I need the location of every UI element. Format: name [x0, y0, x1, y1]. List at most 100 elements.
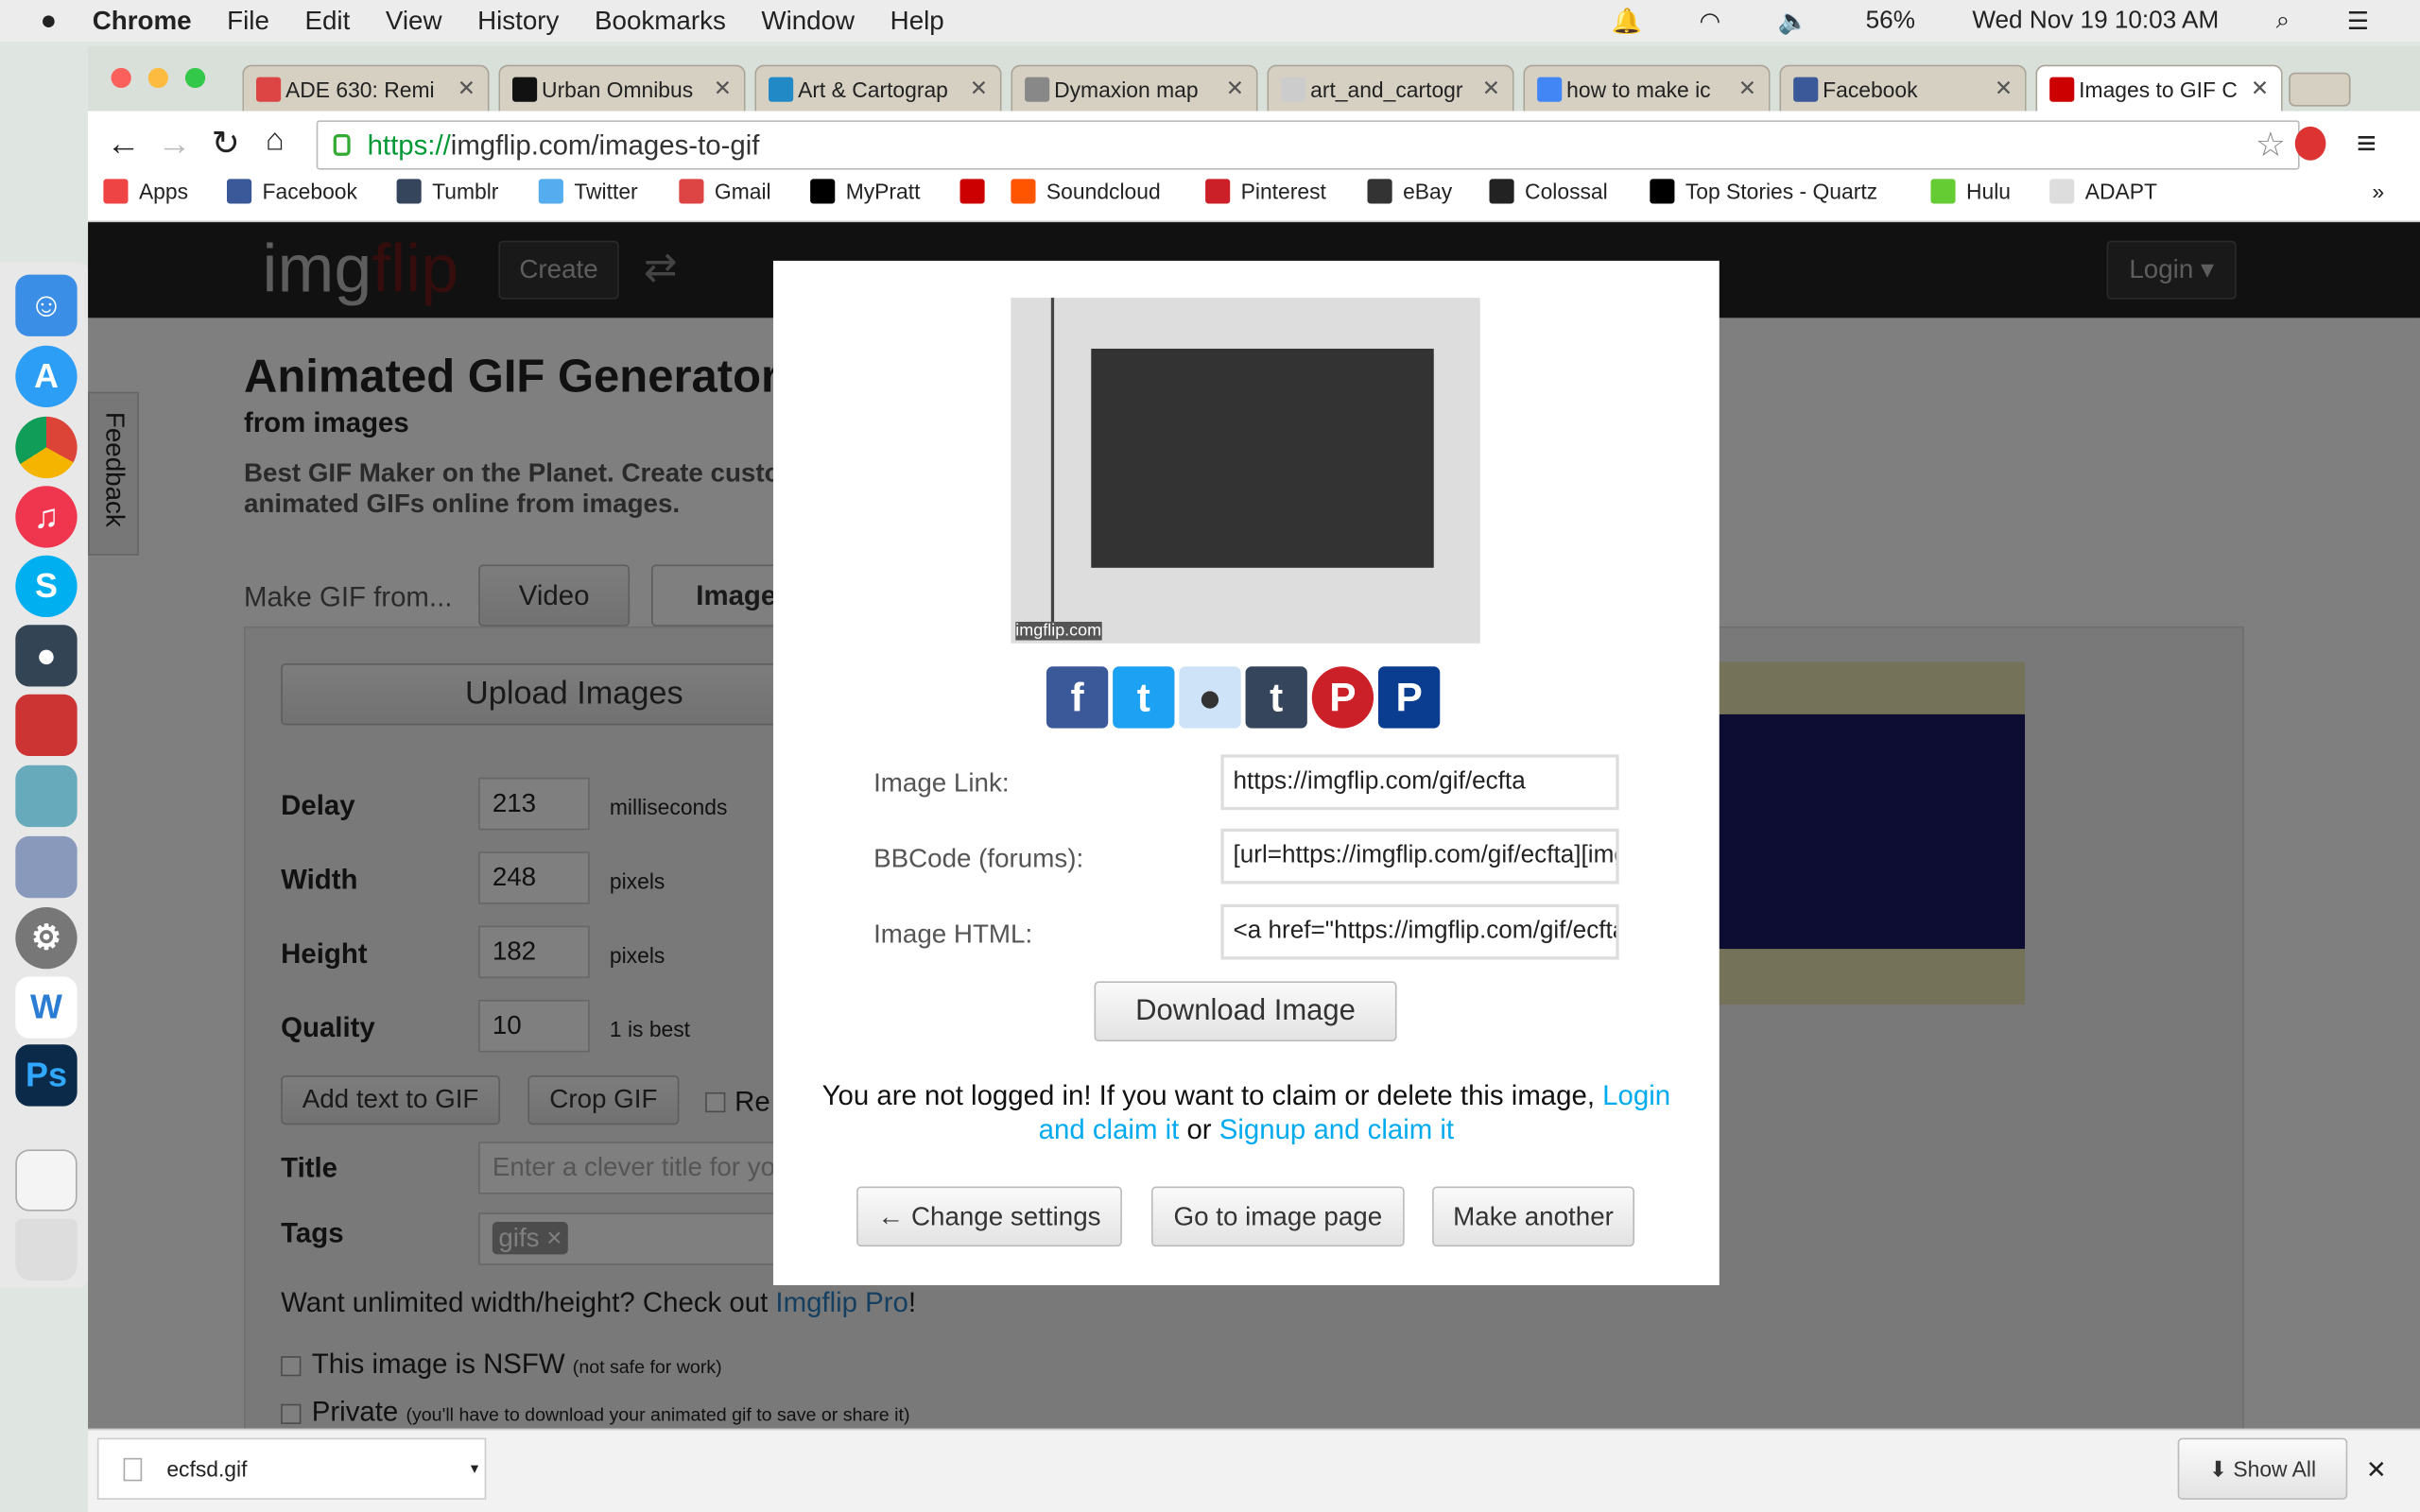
- forward-icon[interactable]: →: [158, 124, 192, 163]
- close-window-button[interactable]: [111, 67, 131, 89]
- bookmark-item[interactable]: Pinterest: [1205, 179, 1326, 204]
- trash-icon[interactable]: [15, 1218, 78, 1281]
- image-link-input[interactable]: https://imgflip.com/gif/ecfta: [1220, 754, 1619, 811]
- tab[interactable]: Urban Omnibus ✕: [498, 64, 746, 112]
- bookmark-favicon-icon: [959, 179, 985, 204]
- itunes-icon[interactable]: ♫: [15, 486, 78, 548]
- spy-app-icon[interactable]: ●: [15, 625, 78, 687]
- photo-booth-icon[interactable]: [15, 694, 78, 756]
- home-icon[interactable]: ⌂: [266, 124, 285, 160]
- menu-help[interactable]: Help: [890, 6, 944, 37]
- word-icon[interactable]: W: [15, 976, 78, 1039]
- menu-file[interactable]: File: [227, 6, 269, 37]
- signup-link[interactable]: Signup and claim it: [1219, 1114, 1454, 1145]
- bbcode-input[interactable]: [url=https://imgflip.com/gif/ecfta][img: [1220, 828, 1619, 885]
- close-tab-icon[interactable]: ✕: [1482, 76, 1500, 102]
- battery-percent[interactable]: 56%: [1866, 7, 1915, 34]
- close-tab-icon[interactable]: ✕: [1226, 76, 1244, 102]
- menu-app[interactable]: Chrome: [93, 6, 192, 37]
- reddit-share-icon[interactable]: ●: [1179, 666, 1241, 729]
- bookmark-star-icon[interactable]: ☆: [2256, 125, 2286, 164]
- change-settings-button[interactable]: ← Change settings: [856, 1186, 1122, 1247]
- volume-icon[interactable]: 🔈: [1778, 6, 1809, 37]
- facebook-icon: [1793, 76, 1819, 101]
- facebook-share-icon[interactable]: f: [1046, 666, 1109, 729]
- close-tab-icon[interactable]: ✕: [714, 76, 732, 102]
- menu-view[interactable]: View: [386, 6, 442, 37]
- zoom-window-button[interactable]: [184, 67, 206, 89]
- bookmark-favicon-icon: [1367, 179, 1392, 204]
- wifi-icon[interactable]: ◠: [1699, 6, 1720, 37]
- clock[interactable]: Wed Nov 19 10:03 AM: [1972, 7, 2219, 34]
- app-store-icon[interactable]: A: [15, 345, 78, 408]
- download-item[interactable]: ecfsd.gif ▾: [96, 1437, 487, 1500]
- twitter-share-icon[interactable]: t: [1113, 666, 1175, 729]
- chrome-menu-icon[interactable]: ≡: [2357, 124, 2377, 163]
- address-bar[interactable]: https://imgflip.com/images-to-gif ☆: [316, 120, 2300, 170]
- bookmark-item[interactable]: Colossal: [1489, 179, 1608, 204]
- mac-menubar: ● Chrome File Edit View History Bookmark…: [0, 0, 2420, 43]
- more-bookmarks-icon[interactable]: »: [2372, 179, 2384, 203]
- close-tab-icon[interactable]: ✕: [1995, 76, 2013, 102]
- menu-bookmarks[interactable]: Bookmarks: [595, 6, 726, 37]
- bookmark-item[interactable]: Hulu: [1930, 179, 2012, 204]
- close-tab-icon[interactable]: ✕: [2251, 76, 2269, 102]
- go-to-image-page-button[interactable]: Go to image page: [1150, 1186, 1405, 1247]
- minimize-window-button[interactable]: [147, 67, 168, 89]
- imgflip-icon: [2049, 76, 2075, 101]
- pixiv-share-icon[interactable]: P: [1377, 666, 1441, 729]
- bookmark-item[interactable]: Top Stories - Quartz: [1650, 179, 1877, 204]
- bookmark-item[interactable]: ADAPT: [2049, 179, 2157, 204]
- notification-icon[interactable]: 🔔: [1612, 6, 1643, 37]
- pinterest-share-icon[interactable]: P: [1311, 666, 1374, 729]
- tab[interactable]: how to make ic ✕: [1523, 64, 1771, 112]
- tab[interactable]: Art & Cartograp ✕: [754, 64, 1002, 112]
- tumblr-share-icon[interactable]: t: [1245, 666, 1307, 729]
- close-tab-icon[interactable]: ✕: [458, 76, 475, 102]
- bookmark-item[interactable]: Apps: [103, 179, 189, 204]
- menu-history[interactable]: History: [477, 6, 559, 37]
- bookmark-label: Soundcloud: [1046, 179, 1161, 204]
- bookmark-item[interactable]: Gmail: [679, 179, 771, 204]
- bookmark-label: Hulu: [1965, 179, 2012, 204]
- login-notice: You are not logged in! If you want to cl…: [821, 1079, 1671, 1145]
- bookmark-item[interactable]: Soundcloud: [1011, 179, 1161, 204]
- back-icon[interactable]: ←: [107, 124, 141, 163]
- bookmark-item[interactable]: [959, 179, 996, 204]
- tab[interactable]: art_and_cartogr ✕: [1267, 64, 1514, 112]
- image-html-input[interactable]: <a href="https://imgflip.com/gif/ecfta: [1220, 903, 1619, 960]
- chrome-icon[interactable]: [15, 416, 78, 479]
- close-download-bar-icon[interactable]: ✕: [2366, 1455, 2387, 1486]
- bookmark-item[interactable]: Facebook: [226, 179, 357, 204]
- close-tab-icon[interactable]: ✕: [1738, 76, 1756, 102]
- download-menu-arrow[interactable]: ▾: [471, 1460, 478, 1477]
- bookmark-item[interactable]: Tumblr: [396, 179, 498, 204]
- spotlight-icon[interactable]: ⌕: [2276, 7, 2290, 34]
- document-icon[interactable]: [15, 1149, 78, 1211]
- show-all-downloads-button[interactable]: ⬇ Show All: [2177, 1437, 2348, 1500]
- make-another-button[interactable]: Make another: [1432, 1186, 1634, 1247]
- apple-icon[interactable]: ●: [40, 5, 57, 37]
- reload-icon[interactable]: ↻: [212, 124, 240, 163]
- preview-icon[interactable]: [15, 835, 78, 899]
- download-image-button[interactable]: Download Image: [1094, 981, 1397, 1042]
- tab[interactable]: Dymaxion map ✕: [1011, 64, 1258, 112]
- notification-center-icon[interactable]: ☰: [2347, 6, 2369, 37]
- new-tab-button[interactable]: [2289, 72, 2351, 107]
- system-preferences-icon[interactable]: ⚙: [15, 906, 78, 970]
- photoshop-icon[interactable]: Ps: [15, 1044, 78, 1107]
- finder-icon[interactable]: ☺: [15, 274, 78, 336]
- tab[interactable]: Facebook ✕: [1779, 64, 2027, 112]
- skype-icon[interactable]: S: [15, 555, 78, 618]
- close-tab-icon[interactable]: ✕: [970, 76, 988, 102]
- tab[interactable]: ADE 630: Remi ✕: [242, 64, 490, 112]
- bookmark-item[interactable]: MyPratt: [810, 179, 920, 204]
- bookmark-label: Apps: [138, 179, 189, 204]
- bookmark-item[interactable]: eBay: [1367, 179, 1452, 204]
- menu-edit[interactable]: Edit: [304, 6, 350, 37]
- iphoto-icon[interactable]: [15, 765, 78, 828]
- bookmark-item[interactable]: Twitter: [538, 179, 638, 204]
- extension-icon[interactable]: [2294, 126, 2326, 161]
- tab[interactable]: Images to GIF C ✕: [2035, 64, 2283, 112]
- menu-window[interactable]: Window: [761, 6, 855, 37]
